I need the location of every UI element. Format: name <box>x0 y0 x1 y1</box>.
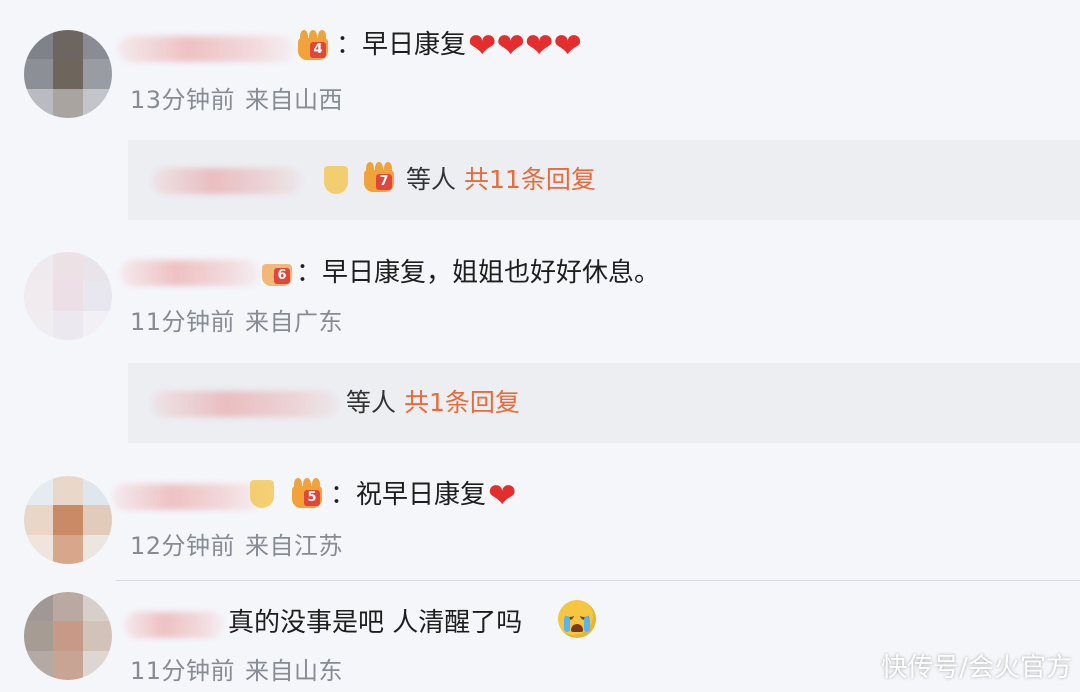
username-blurred[interactable] <box>120 260 260 286</box>
avatar[interactable] <box>24 476 112 564</box>
divider <box>116 580 1080 581</box>
reply-line: 等人 共11条回复 <box>406 165 596 194</box>
shield-badge-icon <box>324 166 348 194</box>
reply-count-link[interactable]: 共11条回复 <box>464 165 596 194</box>
watermark: 快传号/会火官方 <box>881 653 1072 683</box>
reply-username-blurred[interactable] <box>152 391 338 417</box>
comment-text: 真的没事是吧 人清醒了吗 <box>228 608 523 638</box>
comment-time: 13分钟前 <box>130 86 236 114</box>
avatar[interactable] <box>24 592 112 680</box>
comment-meta: 11分钟前 来自广东 <box>130 307 343 337</box>
fan-crown-badge-icon: 6 <box>260 256 292 288</box>
comment-meta: 11分钟前 来自山东 <box>130 656 343 686</box>
comment-time: 11分钟前 <box>130 308 236 336</box>
reply-summary[interactable]: 等人 共1条回复 <box>128 363 1080 443</box>
reply-summary[interactable]: 7 等人 共11条回复 <box>128 140 1080 220</box>
comment-item: 6 ：早日康复，姐姐也好好休息。 11分钟前 来自广东 <box>0 240 1080 360</box>
comment-item: 5 ：祝早日康复❤ 12分钟前 来自江苏 <box>0 464 1080 580</box>
comment-text: ：祝早日康复❤ <box>330 476 517 516</box>
comment-time: 12分钟前 <box>130 532 236 560</box>
reply-line: 等人 共1条回复 <box>346 388 520 417</box>
comment-item: 4 ：早日康复❤❤❤❤ 13分钟前 来自山西 <box>0 0 1080 138</box>
reply-count-link[interactable]: 共1条回复 <box>404 388 520 417</box>
crying-face-icon <box>558 600 596 638</box>
avatar[interactable] <box>24 252 112 340</box>
comment-text: ：早日康复❤❤❤❤ <box>336 26 582 66</box>
red-heart-icon: ❤ <box>488 476 517 516</box>
avatar[interactable] <box>24 30 112 118</box>
username-blurred[interactable] <box>118 36 294 62</box>
comment-time: 11分钟前 <box>130 657 236 685</box>
username-blurred[interactable] <box>112 484 262 510</box>
reply-username-blurred[interactable] <box>152 168 302 194</box>
comment-meta: 13分钟前 来自山西 <box>130 85 343 115</box>
username-blurred[interactable] <box>124 612 224 638</box>
comment-location: 来自山东 <box>245 657 344 685</box>
fan-crown-badge-icon: 4 <box>296 30 330 62</box>
comment-location: 来自广东 <box>245 308 344 336</box>
comment-text: ：早日康复，姐姐也好好休息。 <box>296 258 661 288</box>
fan-crown-badge-icon: 7 <box>362 162 396 194</box>
fan-crown-badge-icon: 5 <box>290 478 324 510</box>
red-heart-icon: ❤❤❤❤ <box>468 26 582 66</box>
comment-location: 来自山西 <box>245 86 344 114</box>
comment-meta: 12分钟前 来自江苏 <box>130 531 343 561</box>
shield-badge-icon <box>250 480 274 508</box>
comment-location: 来自江苏 <box>245 532 344 560</box>
